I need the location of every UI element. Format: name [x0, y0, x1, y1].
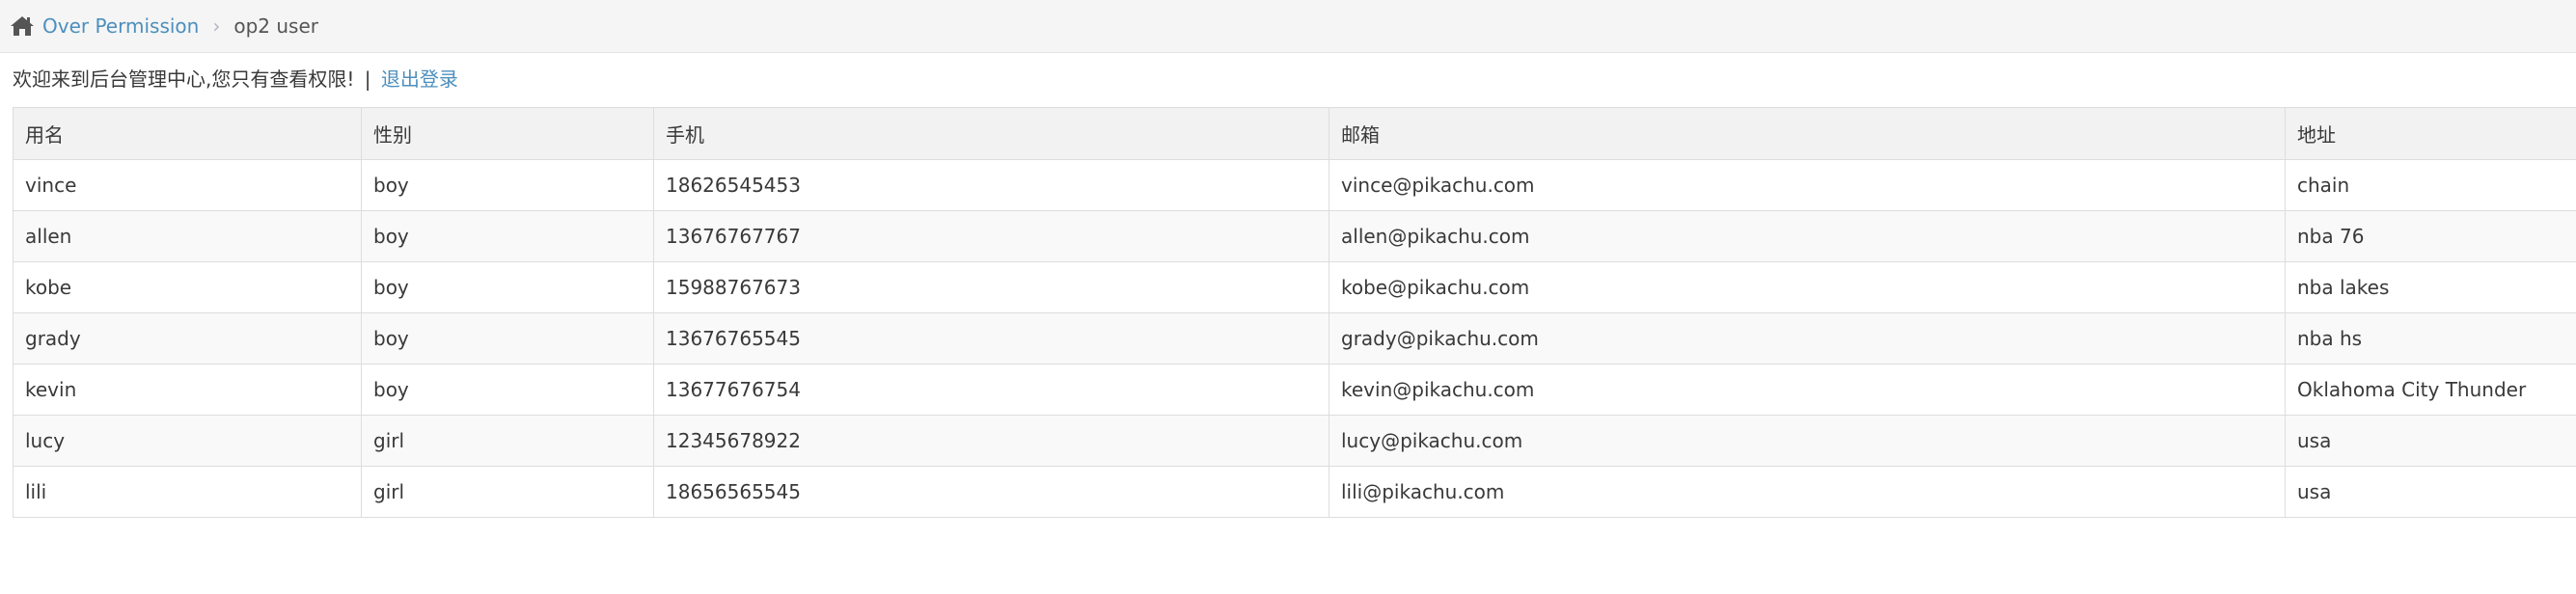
cell-phone: 13676765545: [653, 312, 1329, 364]
cell-email: kevin@pikachu.com: [1329, 364, 2286, 416]
column-header-address: 地址: [2285, 107, 2576, 160]
user-table: 用名 性别 手机 邮箱 地址 vince boy 18626545453 vin…: [13, 107, 2576, 518]
cell-phone: 12345678922: [653, 415, 1329, 467]
cell-email: vince@pikachu.com: [1329, 159, 2286, 211]
cell-address: usa: [2285, 466, 2576, 518]
welcome-separator: |: [364, 68, 371, 91]
column-header-username: 用名: [13, 107, 362, 160]
home-icon[interactable]: [10, 14, 35, 38]
welcome-banner: 欢迎来到后台管理中心,您只有查看权限! | 退出登录: [13, 64, 458, 92]
cell-phone: 15988767673: [653, 261, 1329, 313]
cell-address: chain: [2285, 159, 2576, 211]
cell-address: Oklahoma City Thunder: [2285, 364, 2576, 416]
cell-gender: boy: [361, 261, 654, 313]
table-row: allen boy 13676767767 allen@pikachu.com …: [13, 210, 2576, 262]
column-header-gender: 性别: [361, 107, 654, 160]
cell-email: allen@pikachu.com: [1329, 210, 2286, 262]
cell-gender: girl: [361, 466, 654, 518]
cell-address: nba 76: [2285, 210, 2576, 262]
cell-username: allen: [13, 210, 362, 262]
column-header-phone: 手机: [653, 107, 1329, 160]
cell-phone: 18656565545: [653, 466, 1329, 518]
cell-username: lili: [13, 466, 362, 518]
breadcrumb-parent-link[interactable]: Over Permission: [42, 14, 199, 38]
cell-gender: boy: [361, 364, 654, 416]
cell-phone: 13677676754: [653, 364, 1329, 416]
cell-gender: boy: [361, 159, 654, 211]
cell-username: lucy: [13, 415, 362, 467]
table-header-row: 用名 性别 手机 邮箱 地址: [13, 107, 2576, 160]
cell-gender: boy: [361, 312, 654, 364]
table-row: grady boy 13676765545 grady@pikachu.com …: [13, 312, 2576, 364]
column-header-email: 邮箱: [1329, 107, 2286, 160]
cell-email: kobe@pikachu.com: [1329, 261, 2286, 313]
cell-email: lucy@pikachu.com: [1329, 415, 2286, 467]
table-row: lucy girl 12345678922 lucy@pikachu.com u…: [13, 415, 2576, 467]
cell-username: kevin: [13, 364, 362, 416]
cell-address: nba hs: [2285, 312, 2576, 364]
table-row: kevin boy 13677676754 kevin@pikachu.com …: [13, 364, 2576, 416]
cell-address: usa: [2285, 415, 2576, 467]
cell-username: vince: [13, 159, 362, 211]
cell-username: grady: [13, 312, 362, 364]
chevron-right-icon: ›: [212, 14, 221, 38]
cell-gender: girl: [361, 415, 654, 467]
welcome-message: 欢迎来到后台管理中心,您只有查看权限!: [13, 68, 355, 91]
breadcrumb-current: op2 user: [233, 14, 318, 38]
cell-email: grady@pikachu.com: [1329, 312, 2286, 364]
cell-email: lili@pikachu.com: [1329, 466, 2286, 518]
cell-address: nba lakes: [2285, 261, 2576, 313]
table-row: lili girl 18656565545 lili@pikachu.com u…: [13, 466, 2576, 518]
logout-link[interactable]: 退出登录: [381, 68, 458, 91]
cell-phone: 18626545453: [653, 159, 1329, 211]
breadcrumb: Over Permission › op2 user: [0, 0, 2576, 53]
cell-phone: 13676767767: [653, 210, 1329, 262]
cell-gender: boy: [361, 210, 654, 262]
table-row: kobe boy 15988767673 kobe@pikachu.com nb…: [13, 261, 2576, 313]
cell-username: kobe: [13, 261, 362, 313]
table-row: vince boy 18626545453 vince@pikachu.com …: [13, 159, 2576, 211]
